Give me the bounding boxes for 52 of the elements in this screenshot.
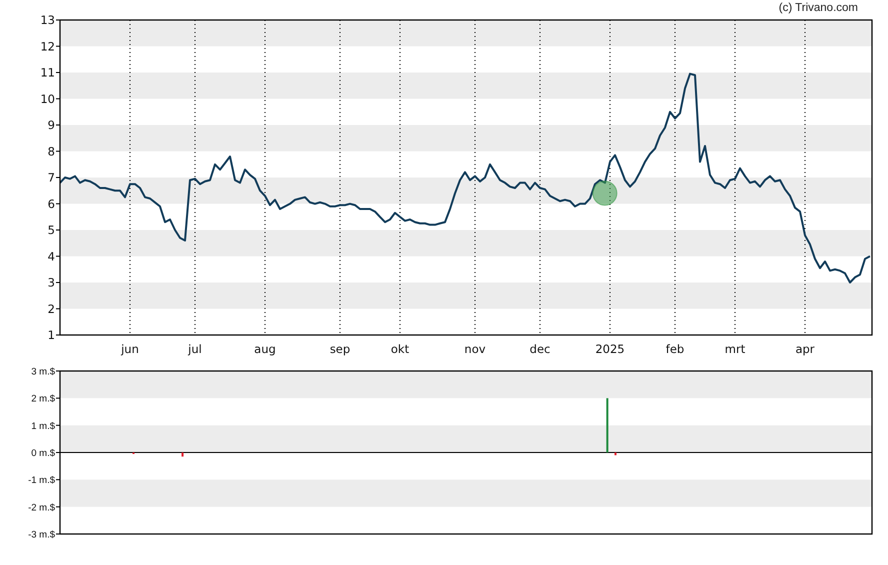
y-tick-label: 0 m.$	[31, 448, 56, 459]
y-tick-label: 2 m.$	[31, 394, 56, 405]
x-axis-label: aug	[254, 342, 276, 356]
x-axis-label: apr	[795, 342, 815, 356]
y-axis-tick: 3 m.$	[31, 366, 60, 378]
y-axis-tick: 11	[40, 66, 60, 80]
y-axis-tick: 4	[48, 249, 60, 264]
y-tick-label: 1 m.$	[31, 420, 56, 432]
y-axis-tick: 10	[40, 92, 60, 106]
x-axis-label: okt	[390, 342, 410, 356]
y-tick-label: 6	[48, 196, 55, 211]
y-axis-tick: 6	[48, 196, 60, 211]
y-axis-tick: 2	[48, 302, 60, 316]
y-axis-tick: -2 m.$	[28, 502, 60, 514]
x-axis-label: mrt	[724, 342, 746, 356]
y-tick-label: 1	[48, 328, 55, 342]
y-tick-label: 3	[48, 276, 55, 290]
y-tick-label: 10	[40, 92, 55, 106]
y-tick-label: 3 m.$	[31, 366, 56, 378]
y-tick-label: 5	[48, 223, 55, 238]
x-axis-label: sep	[330, 342, 350, 356]
y-tick-label: 4	[48, 249, 55, 264]
y-tick-label: 8	[48, 144, 55, 158]
y-axis-tick: -1 m.$	[28, 475, 60, 486]
y-tick-label: 13	[40, 13, 55, 28]
y-axis-tick: 0 m.$	[31, 448, 60, 459]
x-axis-label: jul	[188, 342, 202, 356]
copyright-text: (c) Trivano.com	[778, 1, 858, 15]
x-axis-label: dec	[530, 342, 550, 356]
marker-dot	[592, 180, 618, 206]
y-tick-label: 2	[48, 302, 55, 316]
y-tick-label: 12	[40, 39, 55, 54]
transaction-bar	[606, 398, 608, 452]
y-axis-tick: 3	[48, 276, 60, 290]
x-axis-label: jun	[121, 342, 139, 356]
y-axis-tick: -3 m.$	[28, 529, 60, 540]
y-axis-tick: 7	[48, 170, 60, 185]
x-axis-label: nov	[464, 342, 486, 356]
y-tick-label: 9	[48, 118, 55, 132]
y-axis-tick: 1 m.$	[31, 420, 60, 432]
y-axis-tick: 8	[48, 144, 60, 158]
y-tick-label: 11	[40, 66, 55, 80]
y-axis-tick: 5	[48, 223, 60, 238]
x-axis-label: feb	[666, 342, 684, 356]
y-axis-tick: 13	[40, 13, 60, 28]
y-axis-tick: 9	[48, 118, 60, 132]
y-tick-label: 7	[48, 170, 55, 185]
y-axis-tick: 2 m.$	[31, 394, 60, 405]
y-axis-tick: 12	[40, 39, 60, 54]
y-axis-tick: 1	[48, 328, 60, 342]
transaction-bar	[182, 452, 184, 457]
x-axis-label: 2025	[595, 342, 625, 356]
